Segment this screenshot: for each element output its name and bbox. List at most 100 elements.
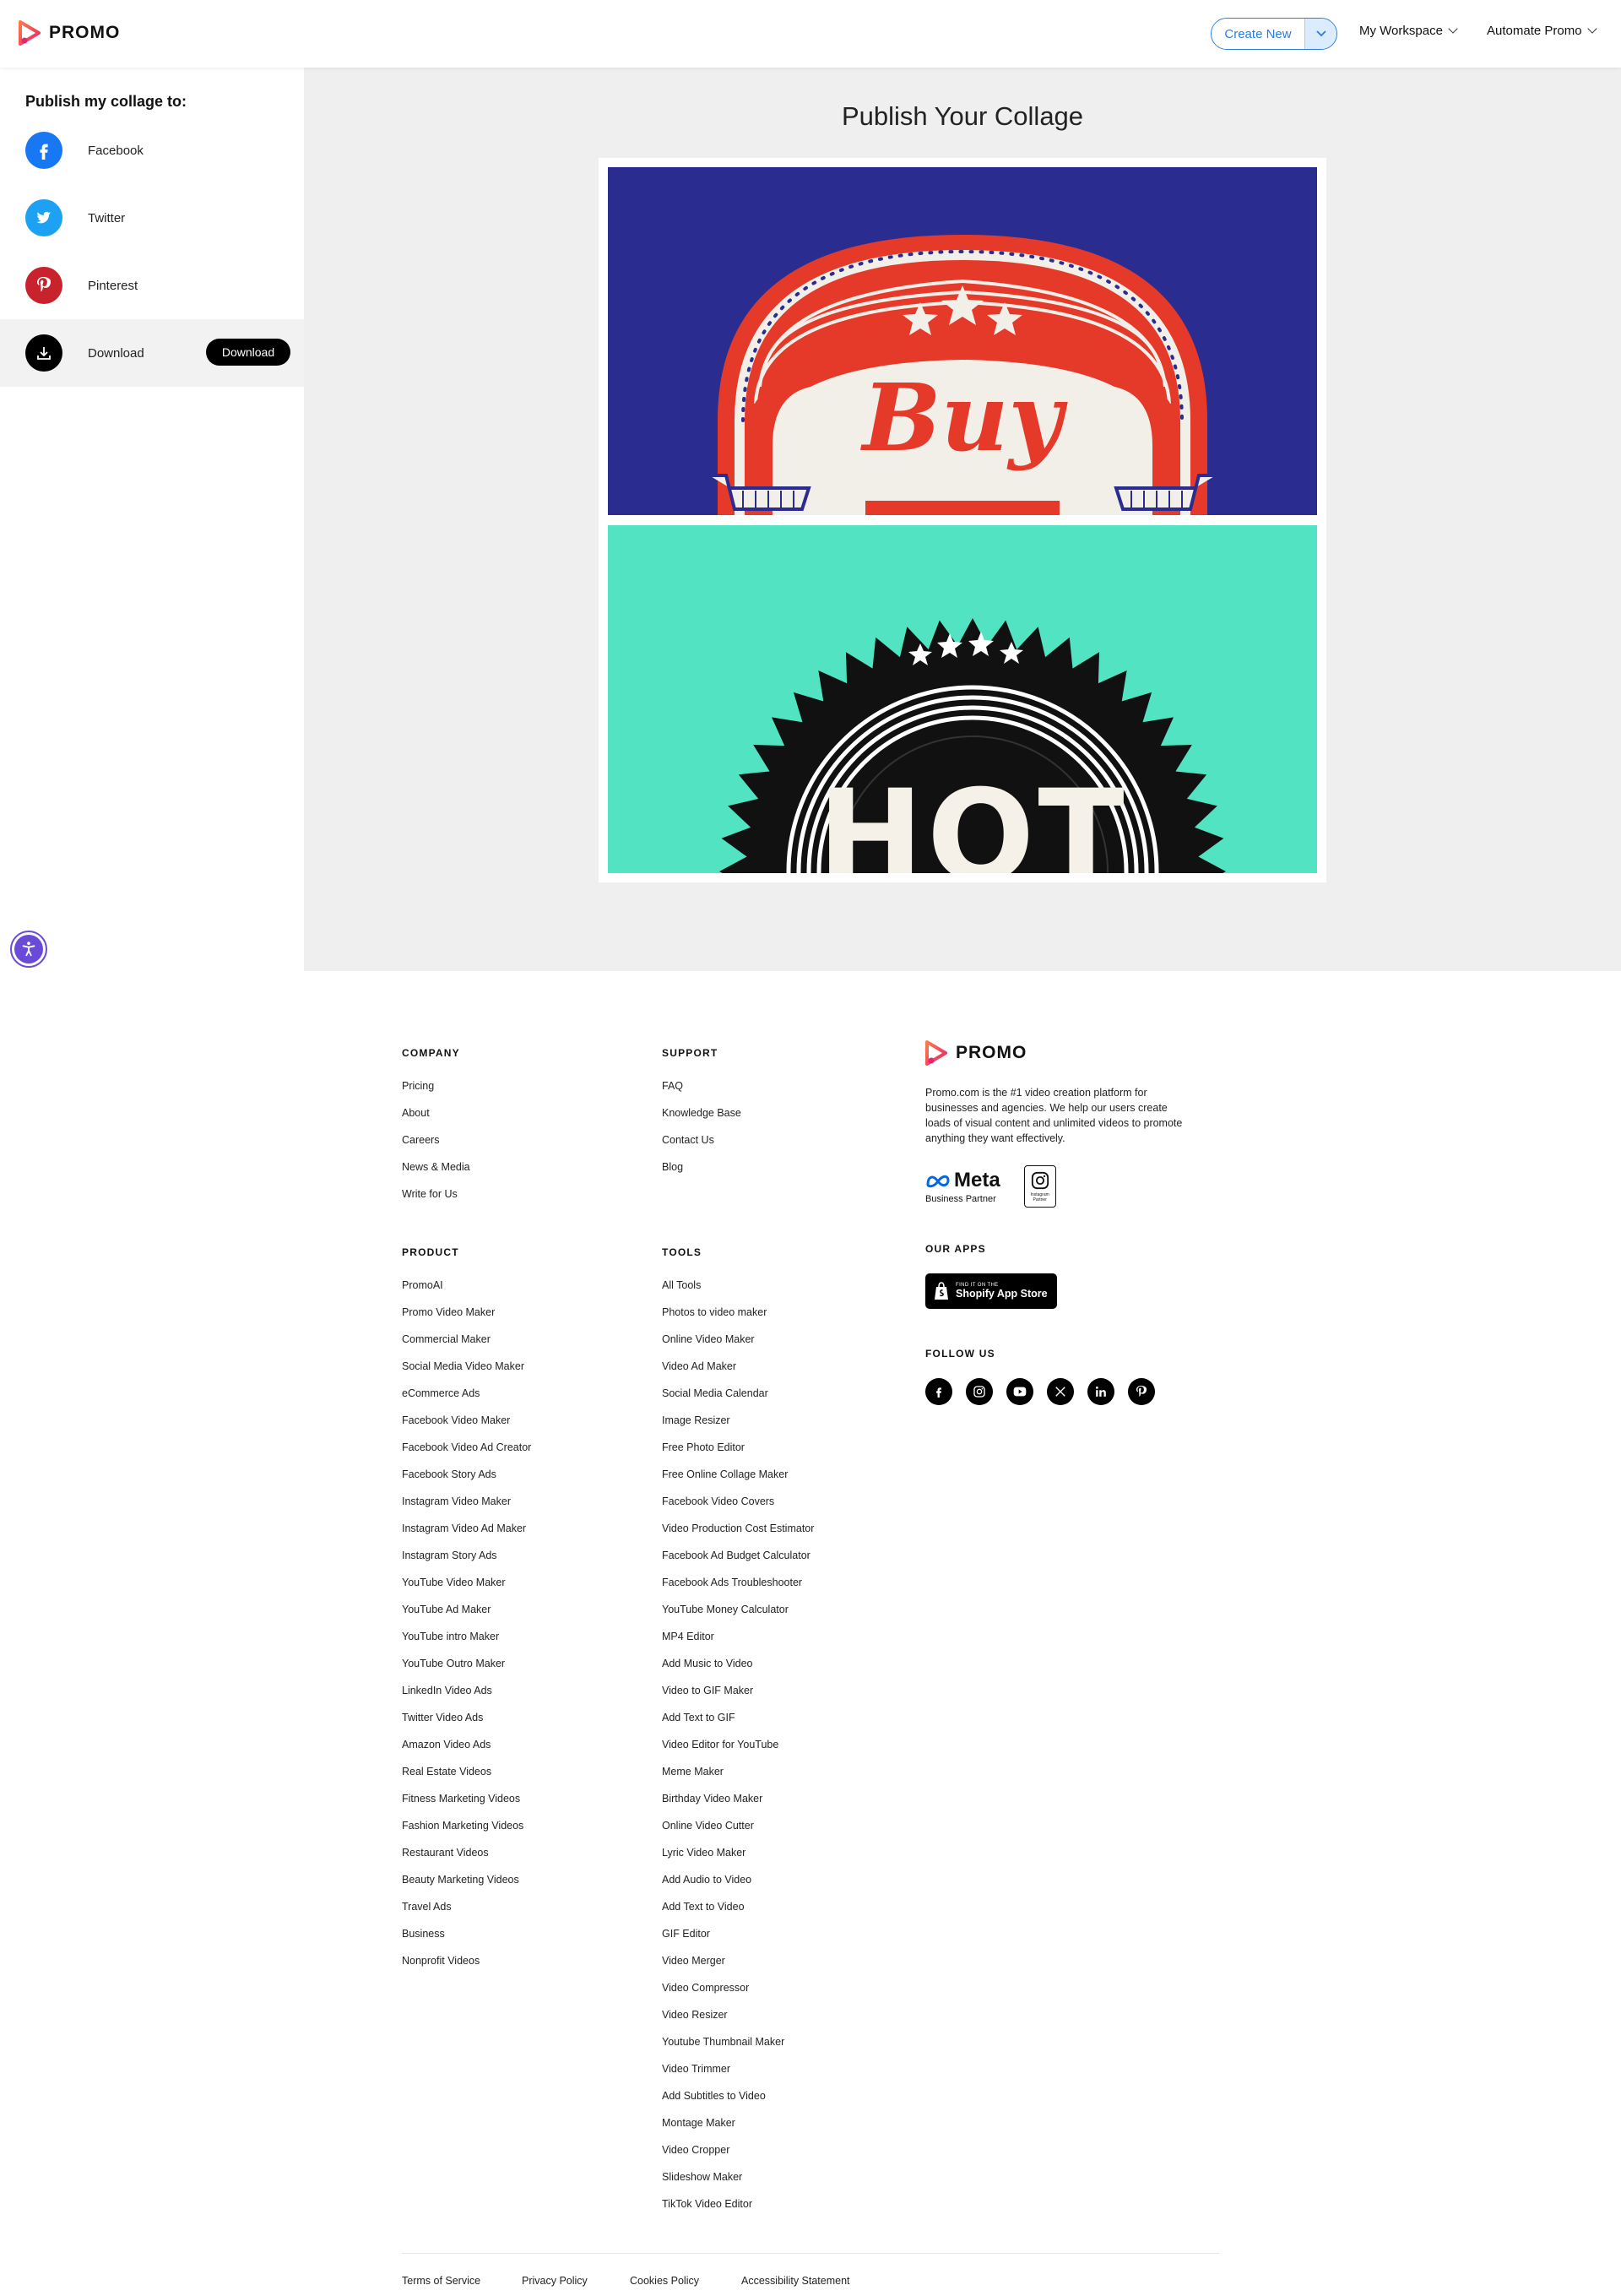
footer-promo-logo[interactable]: PROMO bbox=[925, 1040, 1027, 1066]
facebook-icon bbox=[25, 132, 62, 169]
footer-product-link[interactable]: Instagram Story Ads bbox=[402, 1549, 531, 1576]
footer-product-link[interactable]: Facebook Story Ads bbox=[402, 1468, 531, 1495]
nav-my-workspace[interactable]: My Workspace bbox=[1359, 24, 1458, 38]
footer-product-link[interactable]: YouTube intro Maker bbox=[402, 1630, 531, 1657]
share-twitter[interactable]: Twitter bbox=[0, 184, 304, 252]
footer-tools-link[interactable]: Facebook Ad Budget Calculator bbox=[662, 1549, 814, 1576]
footer-tools-link[interactable]: GIF Editor bbox=[662, 1927, 814, 1954]
footer-tools-link[interactable]: Add Text to Video bbox=[662, 1900, 814, 1927]
footer-tools-link[interactable]: MP4 Editor bbox=[662, 1630, 814, 1657]
footer-tools-link[interactable]: Video Production Cost Estimator bbox=[662, 1522, 814, 1549]
cookies-policy-link[interactable]: Cookies Policy bbox=[630, 2275, 699, 2287]
footer-product-link[interactable]: Real Estate Videos bbox=[402, 1765, 531, 1792]
pinterest-icon[interactable] bbox=[1128, 1378, 1155, 1405]
accessibility-statement-link[interactable]: Accessibility Statement bbox=[741, 2275, 850, 2287]
footer-company-link[interactable]: About bbox=[402, 1106, 470, 1133]
footer-tools-link[interactable]: TikTok Video Editor bbox=[662, 2197, 814, 2224]
footer-product-link[interactable]: PromoAI bbox=[402, 1278, 531, 1305]
footer-tools-link[interactable]: Free Photo Editor bbox=[662, 1441, 814, 1468]
nav-automate-promo[interactable]: Automate Promo bbox=[1487, 24, 1597, 38]
footer-tools-link[interactable]: Add Subtitles to Video bbox=[662, 2089, 814, 2116]
footer-tools-link[interactable]: Slideshow Maker bbox=[662, 2170, 814, 2197]
footer-product-link[interactable]: Instagram Video Maker bbox=[402, 1495, 531, 1522]
footer-product-link[interactable]: Restaurant Videos bbox=[402, 1846, 531, 1873]
footer-tools-link[interactable]: Photos to video maker bbox=[662, 1305, 814, 1333]
footer-tools-link[interactable]: All Tools bbox=[662, 1278, 814, 1305]
footer-product-link[interactable]: Promo Video Maker bbox=[402, 1305, 531, 1333]
promo-logo[interactable]: PROMO bbox=[19, 20, 120, 46]
instagram-icon[interactable] bbox=[966, 1378, 993, 1405]
footer-product-link[interactable]: eCommerce Ads bbox=[402, 1387, 531, 1414]
footer-tools-link[interactable]: Social Media Calendar bbox=[662, 1387, 814, 1414]
share-facebook[interactable]: Facebook bbox=[0, 117, 304, 184]
footer-product-link[interactable]: YouTube Video Maker bbox=[402, 1576, 531, 1603]
footer-tools-link[interactable]: Online Video Maker bbox=[662, 1333, 814, 1360]
footer-tools-link[interactable]: Video Editor for YouTube bbox=[662, 1738, 814, 1765]
footer-product-link[interactable]: Travel Ads bbox=[402, 1900, 531, 1927]
footer-tools-link[interactable]: Video Ad Maker bbox=[662, 1360, 814, 1387]
footer-product-link[interactable]: Nonprofit Videos bbox=[402, 1954, 531, 1981]
facebook-icon[interactable] bbox=[925, 1378, 952, 1405]
footer-tools-link[interactable]: Video Compressor bbox=[662, 1981, 814, 2008]
share-pinterest[interactable]: Pinterest bbox=[0, 252, 304, 319]
footer-tools-link[interactable]: Image Resizer bbox=[662, 1414, 814, 1441]
footer-product-link[interactable]: Beauty Marketing Videos bbox=[402, 1873, 531, 1900]
footer-tools-link[interactable]: Online Video Cutter bbox=[662, 1819, 814, 1846]
footer-tools-link[interactable]: Video Trimmer bbox=[662, 2062, 814, 2089]
instagram-partner-badge: Instagram Partner bbox=[1023, 1165, 1056, 1208]
footer-company-link[interactable]: Careers bbox=[402, 1133, 470, 1160]
footer-product-link[interactable]: Twitter Video Ads bbox=[402, 1711, 531, 1738]
privacy-policy-link[interactable]: Privacy Policy bbox=[522, 2275, 588, 2287]
terms-of-service-link[interactable]: Terms of Service bbox=[402, 2275, 480, 2287]
footer-tools-link[interactable]: Facebook Ads Troubleshooter bbox=[662, 1576, 814, 1603]
hot-badge-image: HOT bbox=[719, 618, 1226, 873]
footer-tools-link[interactable]: Add Text to GIF bbox=[662, 1711, 814, 1738]
footer-tools-link[interactable]: Add Audio to Video bbox=[662, 1873, 814, 1900]
footer-product-link[interactable]: Facebook Video Maker bbox=[402, 1414, 531, 1441]
footer-product-link[interactable]: YouTube Outro Maker bbox=[402, 1657, 531, 1684]
pinterest-icon bbox=[25, 267, 62, 304]
footer-tools-link[interactable]: Free Online Collage Maker bbox=[662, 1468, 814, 1495]
footer-product-link[interactable]: Fashion Marketing Videos bbox=[402, 1819, 531, 1846]
footer-tools-link[interactable]: Video Resizer bbox=[662, 2008, 814, 2035]
accessibility-button[interactable] bbox=[10, 931, 47, 968]
footer-product-link[interactable]: LinkedIn Video Ads bbox=[402, 1684, 531, 1711]
footer-tools-link[interactable]: Youtube Thumbnail Maker bbox=[662, 2035, 814, 2062]
footer-company-link[interactable]: Pricing bbox=[402, 1079, 470, 1106]
footer-tools-link[interactable]: Montage Maker bbox=[662, 2116, 814, 2143]
footer-product-link[interactable]: Amazon Video Ads bbox=[402, 1738, 531, 1765]
create-new-label[interactable]: Create New bbox=[1212, 19, 1304, 49]
share-download[interactable]: Download Download bbox=[0, 319, 304, 387]
footer-product-link[interactable]: YouTube Ad Maker bbox=[402, 1603, 531, 1630]
footer-company-link[interactable]: Write for Us bbox=[402, 1187, 470, 1214]
youtube-icon[interactable] bbox=[1006, 1378, 1033, 1405]
shopify-app-store-button[interactable]: FIND IT ON THE Shopify App Store bbox=[925, 1273, 1057, 1309]
page-title: Publish Your Collage bbox=[841, 101, 1084, 131]
footer-company-link[interactable]: News & Media bbox=[402, 1160, 470, 1187]
footer-tools-link[interactable]: Add Music to Video bbox=[662, 1657, 814, 1684]
footer-product-link[interactable]: Fitness Marketing Videos bbox=[402, 1792, 531, 1819]
footer-support-link[interactable]: Contact Us bbox=[662, 1133, 741, 1160]
footer-support: Support FAQ Knowledge Base Contact Us Blog bbox=[662, 1047, 741, 1187]
footer-tools-link[interactable]: Video Merger bbox=[662, 1954, 814, 1981]
footer-product-link[interactable]: Facebook Video Ad Creator bbox=[402, 1441, 531, 1468]
footer-tools-link[interactable]: Video to GIF Maker bbox=[662, 1684, 814, 1711]
linkedin-icon[interactable] bbox=[1087, 1378, 1114, 1405]
create-new-dropdown[interactable] bbox=[1304, 19, 1336, 49]
footer-product-link[interactable]: Business bbox=[402, 1927, 531, 1954]
footer-support-link[interactable]: FAQ bbox=[662, 1079, 741, 1106]
footer-tools-link[interactable]: Facebook Video Covers bbox=[662, 1495, 814, 1522]
footer-tools-link[interactable]: Video Cropper bbox=[662, 2143, 814, 2170]
footer-support-link[interactable]: Blog bbox=[662, 1160, 741, 1187]
footer-product-link[interactable]: Instagram Video Ad Maker bbox=[402, 1522, 531, 1549]
footer-tools-link[interactable]: Birthday Video Maker bbox=[662, 1792, 814, 1819]
footer-support-link[interactable]: Knowledge Base bbox=[662, 1106, 741, 1133]
create-new-button[interactable]: Create New bbox=[1211, 18, 1337, 50]
footer-tools-link[interactable]: Meme Maker bbox=[662, 1765, 814, 1792]
footer-product-link[interactable]: Social Media Video Maker bbox=[402, 1360, 531, 1387]
footer-tools-link[interactable]: Lyric Video Maker bbox=[662, 1846, 814, 1873]
download-button[interactable]: Download bbox=[206, 339, 290, 366]
footer-tools-link[interactable]: YouTube Money Calculator bbox=[662, 1603, 814, 1630]
footer-product-link[interactable]: Commercial Maker bbox=[402, 1333, 531, 1360]
x-icon[interactable] bbox=[1047, 1378, 1074, 1405]
